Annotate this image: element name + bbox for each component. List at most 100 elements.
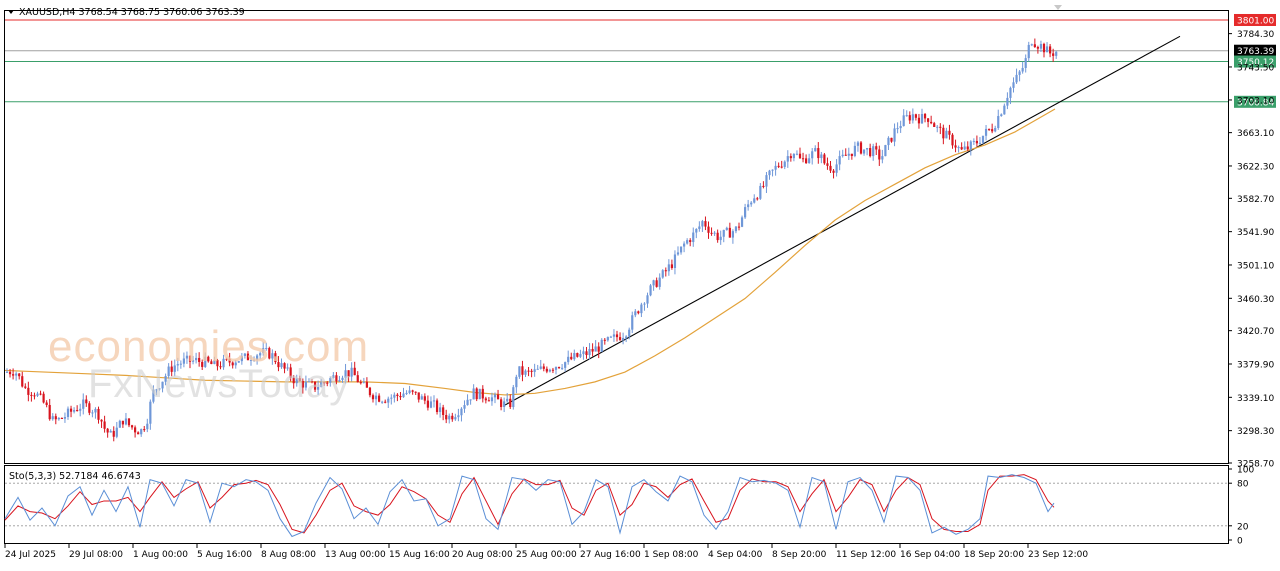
candle-body <box>332 375 335 379</box>
candle-body <box>676 252 680 255</box>
candle-body <box>939 126 942 128</box>
candle-body <box>469 399 472 401</box>
candle-body <box>814 148 817 152</box>
candle-body <box>216 360 219 367</box>
candle-body <box>243 353 246 356</box>
candle-body <box>283 363 286 369</box>
candle-body <box>439 407 442 412</box>
candle-body <box>100 419 103 422</box>
candle-body <box>134 427 137 433</box>
candle-body <box>228 358 231 363</box>
stoch-y-tick-label: 20 <box>1237 522 1249 532</box>
candle-body <box>579 354 582 357</box>
candle-body <box>625 336 628 338</box>
candle-body <box>1049 46 1052 54</box>
candle-body <box>475 388 478 400</box>
candle-body <box>506 398 509 402</box>
candle-body <box>612 334 616 337</box>
candle-body <box>728 227 731 238</box>
x-tick-label: 5 Aug 16:00 <box>197 550 252 560</box>
candle-body <box>573 353 576 360</box>
candle-body <box>539 366 542 369</box>
candle-body <box>378 395 381 402</box>
candle-body <box>286 367 289 369</box>
stoch-y-tick-label: 80 <box>1237 480 1249 490</box>
candle-body <box>298 378 301 381</box>
candle-body <box>637 311 640 314</box>
candle-body <box>832 170 835 173</box>
y-tick-label: 3582.70 <box>1237 195 1274 205</box>
candle-body <box>966 146 969 150</box>
candle-body <box>36 393 39 396</box>
candle-body <box>643 303 646 305</box>
candle-body <box>307 381 311 383</box>
candle-body <box>1055 51 1058 56</box>
candle-body <box>152 389 155 402</box>
candle-body <box>875 146 878 150</box>
candle-body <box>24 386 27 388</box>
candle-body <box>933 123 936 127</box>
candle-body <box>762 185 765 187</box>
candle-body <box>39 393 42 395</box>
candle-body <box>881 156 884 160</box>
candle-body <box>256 355 259 360</box>
candle-body <box>759 185 762 199</box>
candle-body <box>115 427 118 437</box>
candle-body <box>942 127 945 139</box>
candle-body <box>817 148 820 159</box>
candle-body <box>765 175 768 187</box>
candle-body <box>63 416 67 419</box>
candle-body <box>478 388 481 400</box>
x-tick-label: 24 Jul 2025 <box>5 550 56 560</box>
candle-body <box>518 366 521 377</box>
candle-body <box>588 348 591 356</box>
y-tick-label: 3703.10 <box>1237 96 1274 106</box>
candle-body <box>204 356 207 367</box>
candle-body <box>289 367 292 378</box>
candle-body <box>490 397 494 402</box>
candle-body <box>878 149 881 160</box>
chart-shift-marker[interactable] <box>1054 5 1062 10</box>
candle-body <box>5 371 9 373</box>
candle-body <box>500 399 503 407</box>
candle-body <box>137 432 140 435</box>
y-tick-label: 3460.30 <box>1237 295 1274 305</box>
candle-body <box>994 128 997 132</box>
candle-body <box>252 359 256 361</box>
candle-body <box>371 395 375 400</box>
candle-body <box>853 145 856 156</box>
candle-body <box>472 388 475 400</box>
candle-body <box>143 429 146 431</box>
x-tick-label: 1 Sep 08:00 <box>644 550 699 560</box>
candle-body <box>481 388 484 399</box>
candle-body <box>1024 58 1027 68</box>
candle-body <box>963 146 966 150</box>
candle-body <box>838 156 841 165</box>
candle-body <box>402 393 405 398</box>
candle-body <box>795 153 799 155</box>
candle-body <box>42 393 45 403</box>
candle-body <box>631 315 634 330</box>
candle-body <box>112 430 115 437</box>
candle-body <box>744 207 747 218</box>
candle-body <box>692 232 695 243</box>
candle-body <box>664 270 667 272</box>
x-tick-label: 16 Sep 04:00 <box>900 550 960 560</box>
candle-body <box>542 366 545 369</box>
candle-body <box>185 355 189 359</box>
x-tick-label: 27 Aug 16:00 <box>580 550 641 560</box>
symbol-header: XAUUSD,H4 3768.54 3768.75 3760.06 3763.3… <box>19 7 245 18</box>
candle-body <box>753 198 756 203</box>
candle-body <box>496 394 500 400</box>
candle-body <box>628 329 631 337</box>
candle-body <box>405 392 408 394</box>
candle-body <box>820 154 823 159</box>
candle-body <box>972 140 975 142</box>
candle-body <box>536 368 539 370</box>
candle-body <box>930 121 933 124</box>
candle-body <box>622 337 625 340</box>
candle-body <box>188 355 192 362</box>
candle-body <box>338 380 341 382</box>
candle-body <box>451 415 454 420</box>
candle-body <box>127 418 131 426</box>
